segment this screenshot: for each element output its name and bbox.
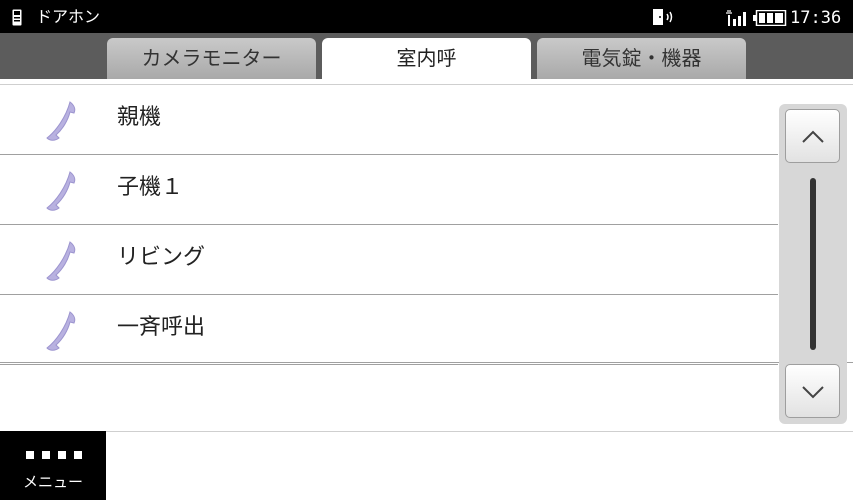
list-item-label: 親機 — [117, 105, 162, 130]
tab-camera-monitor[interactable]: カメラモニター — [107, 38, 316, 79]
empty-list-row — [0, 362, 853, 432]
battery-icon — [753, 10, 787, 26]
menu-dots-icon — [26, 451, 82, 459]
phone-handset-icon — [46, 241, 76, 281]
list-item-label: リビング — [117, 245, 206, 270]
phone-handset-icon — [46, 311, 76, 351]
app-title: ドアホン — [36, 7, 101, 26]
menu-label: メニュー — [22, 473, 83, 491]
list-item-all-call[interactable]: 一斉呼出 — [0, 295, 778, 365]
list-item-parent-unit[interactable]: 親機 — [0, 85, 778, 155]
scroll-down-button[interactable] — [785, 364, 840, 418]
chevron-up-icon — [802, 130, 824, 143]
list-item-living[interactable]: リビング — [0, 225, 778, 295]
scroll-thumb[interactable] — [810, 178, 816, 350]
clock: 17:36 — [790, 8, 842, 28]
list-item-handset-1[interactable]: 子機１ — [0, 155, 778, 225]
menu-button[interactable]: メニュー — [0, 431, 106, 500]
tab-bar: カメラモニター 室内呼 電気錠・機器 — [0, 33, 853, 79]
tab-electric-lock-devices[interactable]: 電気錠・機器 — [537, 38, 746, 79]
list-item-label: 子機１ — [117, 175, 184, 200]
scrollbar[interactable] — [779, 104, 847, 424]
phone-handset-icon — [46, 171, 76, 211]
tab-intercom[interactable]: 室内呼 — [322, 38, 531, 79]
list-item-label: 一斉呼出 — [117, 315, 206, 340]
status-bar: ドアホン 17:36 — [0, 0, 853, 33]
intercom-list: 親機 子機１ リビング 一斉呼出 — [0, 85, 778, 365]
doorphone-app-icon — [12, 9, 22, 26]
signal-icon — [726, 10, 746, 26]
door-chime-icon — [653, 9, 673, 25]
phone-handset-icon — [46, 101, 76, 141]
chevron-down-icon — [802, 386, 824, 399]
scroll-up-button[interactable] — [785, 109, 840, 163]
